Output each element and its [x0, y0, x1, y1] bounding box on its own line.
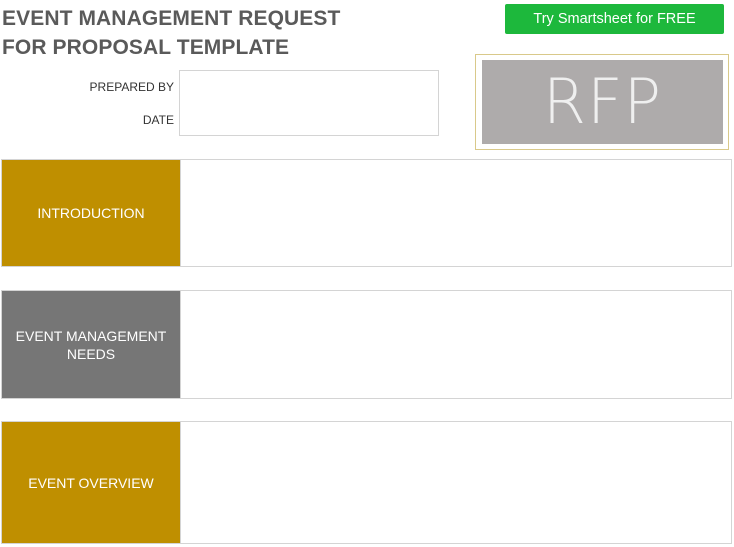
- page-title: EVENT MANAGEMENT REQUEST FOR PROPOSAL TE…: [2, 4, 340, 62]
- date-label: DATE: [142, 113, 174, 127]
- event-management-needs-label: EVENT MANAGEMENT NEEDS: [2, 291, 180, 398]
- event-management-needs-content[interactable]: [180, 291, 731, 398]
- prepared-by-label: PREPARED BY: [89, 80, 174, 94]
- page-title-line-1: EVENT MANAGEMENT REQUEST: [2, 7, 341, 30]
- try-smartsheet-button[interactable]: Try Smartsheet for FREE: [505, 4, 724, 34]
- introduction-content[interactable]: [180, 160, 731, 266]
- date-field[interactable]: [179, 103, 439, 136]
- event-overview-section: EVENT OVERVIEW: [1, 421, 732, 544]
- rfp-template-page: EVENT MANAGEMENT REQUEST FOR PROPOSAL TE…: [0, 0, 734, 547]
- introduction-label: INTRODUCTION: [2, 160, 180, 266]
- event-overview-label: EVENT OVERVIEW: [2, 422, 180, 543]
- event-management-needs-section: EVENT MANAGEMENT NEEDS: [1, 290, 732, 399]
- event-overview-content[interactable]: [180, 422, 731, 543]
- logo-placeholder[interactable]: RFP: [475, 54, 729, 150]
- prepared-by-field[interactable]: [179, 70, 439, 104]
- rfp-logo: RFP: [482, 60, 723, 144]
- page-title-line-2: FOR PROPOSAL TEMPLATE: [2, 36, 290, 59]
- introduction-section: INTRODUCTION: [1, 159, 732, 267]
